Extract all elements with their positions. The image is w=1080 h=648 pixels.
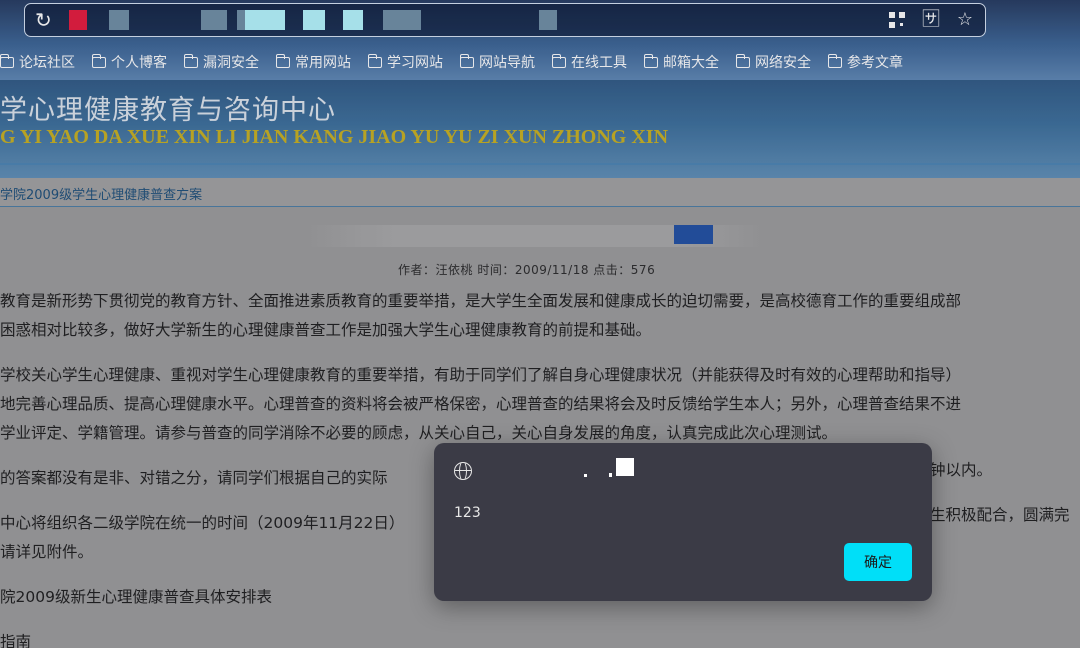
globe-icon (454, 462, 472, 480)
dialog-message: 123 (454, 505, 481, 521)
dialog-origin-redacted (584, 458, 644, 480)
ok-button[interactable]: 确定 (844, 543, 912, 581)
dialog-overlay: 123 确定 (0, 0, 1080, 648)
alert-dialog: 123 确定 (434, 443, 932, 601)
